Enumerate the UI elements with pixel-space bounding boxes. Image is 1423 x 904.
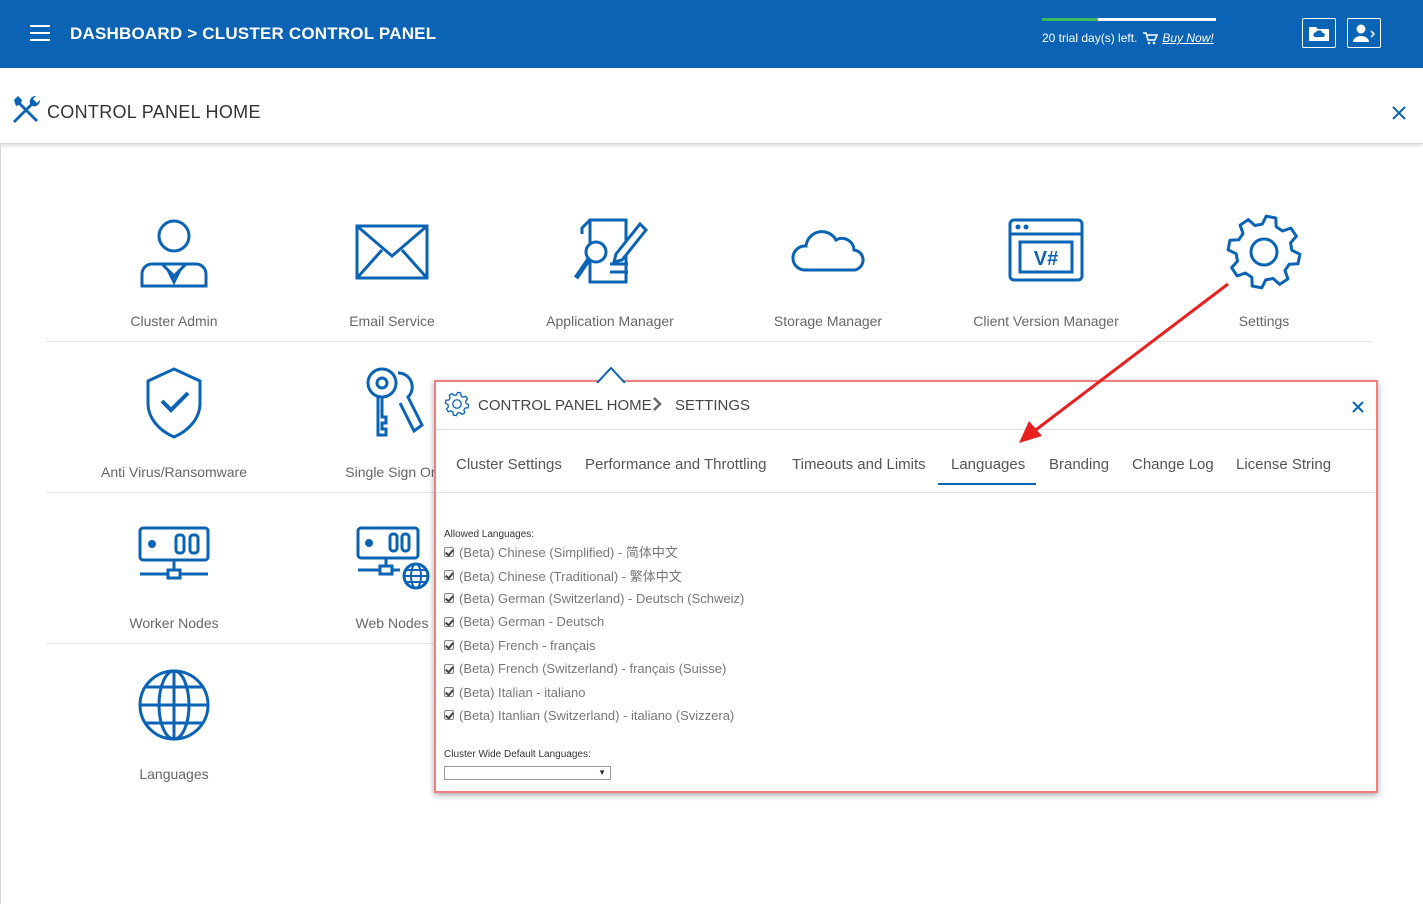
tile-label: Worker Nodes <box>129 615 219 631</box>
trial-days-text: 20 trial day(s) left. <box>1042 31 1138 45</box>
tile-application-manager[interactable]: Application Manager <box>510 212 710 329</box>
popup-header: CONTROL PANEL HOME SETTINGS <box>436 382 1376 430</box>
folder-cloud-icon <box>1309 27 1329 41</box>
language-checkbox[interactable] <box>444 640 454 651</box>
language-checkbox[interactable] <box>444 570 454 581</box>
close-icon <box>1352 401 1364 413</box>
tile-cluster-admin[interactable]: Cluster Admin <box>74 212 274 329</box>
settings-popup: CONTROL PANEL HOME SETTINGS Cluster Sett… <box>434 366 1378 793</box>
tile-anti-virus[interactable]: Anti Virus/Ransomware <box>74 363 274 480</box>
active-tab-indicator <box>938 483 1036 485</box>
tile-email-service[interactable]: Email Service <box>292 212 492 329</box>
tile-languages[interactable]: Languages <box>74 665 274 782</box>
cloud-icon <box>728 212 928 292</box>
shield-check-icon <box>74 363 274 443</box>
language-checkbox[interactable] <box>444 687 454 698</box>
language-row[interactable]: (Beta) Itanlian (Switzerland) - italiano… <box>444 704 744 727</box>
server-icon <box>74 514 274 594</box>
gear-icon <box>1164 212 1364 292</box>
envelope-icon <box>292 212 492 292</box>
row-divider <box>46 341 1374 342</box>
tile-label: Cluster Admin <box>130 313 218 329</box>
breadcrumb-control-panel-home[interactable]: CONTROL PANEL HOME <box>478 397 652 414</box>
tile-label: Settings <box>1238 313 1290 329</box>
hamburger-menu-icon[interactable] <box>30 25 50 41</box>
tile-label: Languages <box>139 766 209 782</box>
tile-client-version-manager[interactable]: V# Client Version Manager <box>946 212 1146 329</box>
cart-icon <box>1143 31 1159 45</box>
language-checkbox[interactable] <box>444 616 454 627</box>
trial-info: 20 trial day(s) left. Buy Now! <box>1042 18 1216 45</box>
tab-performance-throttling[interactable]: Performance and Throttling <box>585 456 767 473</box>
language-row[interactable]: (Beta) German (Switzerland) - Deutsch (S… <box>444 587 744 610</box>
language-checkbox[interactable] <box>444 663 454 674</box>
settings-tabs: Cluster Settings Performance and Throttl… <box>436 430 1376 493</box>
tile-worker-nodes[interactable]: Worker Nodes <box>74 514 274 631</box>
buy-now-link[interactable]: Buy Now! <box>1162 31 1213 45</box>
top-bar: DASHBOARD > CLUSTER CONTROL PANEL 20 tri… <box>0 0 1423 68</box>
tile-label: Application Manager <box>546 313 674 329</box>
breadcrumb-settings: SETTINGS <box>675 397 751 414</box>
language-label: (Beta) French - français <box>459 637 596 653</box>
language-row[interactable]: (Beta) French (Switzerland) - français (… <box>444 657 744 680</box>
svg-text:V#: V# <box>1034 248 1058 270</box>
tab-languages[interactable]: Languages <box>951 456 1025 473</box>
settings-gear-icon <box>444 391 470 422</box>
tab-license-string[interactable]: License String <box>1236 456 1331 473</box>
language-row[interactable]: (Beta) French - français <box>444 634 744 657</box>
language-row[interactable]: (Beta) Chinese (Traditional) - 繁体中文 <box>444 563 744 586</box>
language-row[interactable]: (Beta) Chinese (Simplified) - 简体中文 <box>444 540 744 563</box>
default-languages-label: Cluster Wide Default Languages: <box>444 749 591 760</box>
language-label: (Beta) Itanlian (Switzerland) - italiano… <box>459 707 735 723</box>
tile-settings[interactable]: Settings <box>1164 212 1364 329</box>
language-label: (Beta) German - Deutsch <box>459 614 605 630</box>
globe-icon <box>74 665 274 745</box>
left-border <box>0 144 1 904</box>
control-panel-home-title: CONTROL PANEL HOME <box>47 102 261 122</box>
language-checkbox[interactable] <box>444 546 454 557</box>
tab-change-log[interactable]: Change Log <box>1132 456 1214 473</box>
language-checkbox[interactable] <box>444 593 454 604</box>
trial-progress-bar <box>1042 18 1216 21</box>
user-admin-icon <box>74 212 274 292</box>
page-title: DASHBOARD > CLUSTER CONTROL PANEL <box>70 24 437 43</box>
language-label: (Beta) Italian - italiano <box>459 684 586 700</box>
tile-label: Storage Manager <box>773 313 883 329</box>
chevron-right-icon <box>652 397 662 416</box>
language-row[interactable]: (Beta) Italian - italiano <box>444 680 744 703</box>
close-panel-button[interactable] <box>1392 106 1406 125</box>
user-account-button[interactable] <box>1347 18 1381 48</box>
tab-branding[interactable]: Branding <box>1049 456 1109 473</box>
language-row[interactable]: (Beta) German - Deutsch <box>444 610 744 633</box>
close-icon <box>1392 106 1406 120</box>
tile-label: Client Version Manager <box>973 313 1119 329</box>
tile-label: Email Service <box>349 313 435 329</box>
language-label: (Beta) French (Switzerland) - français (… <box>459 661 727 677</box>
user-icon <box>1353 24 1376 42</box>
app-manager-icon <box>510 212 710 292</box>
language-list: (Beta) Chinese (Simplified) - 简体中文 (Beta)… <box>444 540 744 727</box>
languages-content: Allowed Languages: (Beta) Chinese (Simpl… <box>444 529 744 727</box>
close-popup-button[interactable] <box>1352 400 1364 418</box>
tab-timeouts-limits[interactable]: Timeouts and Limits <box>792 456 926 473</box>
language-checkbox[interactable] <box>444 710 454 721</box>
tab-cluster-settings[interactable]: Cluster Settings <box>456 456 562 473</box>
folder-cloud-button[interactable] <box>1302 18 1336 48</box>
tile-storage-manager[interactable]: Storage Manager <box>728 212 928 329</box>
tile-label: Anti Virus/Ransomware <box>100 464 248 480</box>
window-version-icon: V# <box>946 212 1146 292</box>
tools-icon <box>10 94 42 131</box>
language-label: (Beta) Chinese (Traditional) - 繁体中文 <box>459 568 682 584</box>
dropdown-arrow-icon: ▼ <box>598 768 606 777</box>
trial-progress-fill <box>1042 18 1098 21</box>
allowed-languages-label: Allowed Languages: <box>444 529 535 540</box>
language-label: (Beta) German (Switzerland) - Deutsch (S… <box>459 590 745 606</box>
default-language-select[interactable]: ▼ <box>444 766 611 780</box>
sub-header: CONTROL PANEL HOME <box>0 68 1423 144</box>
language-label: (Beta) Chinese (Simplified) - 简体中文 <box>459 545 678 561</box>
